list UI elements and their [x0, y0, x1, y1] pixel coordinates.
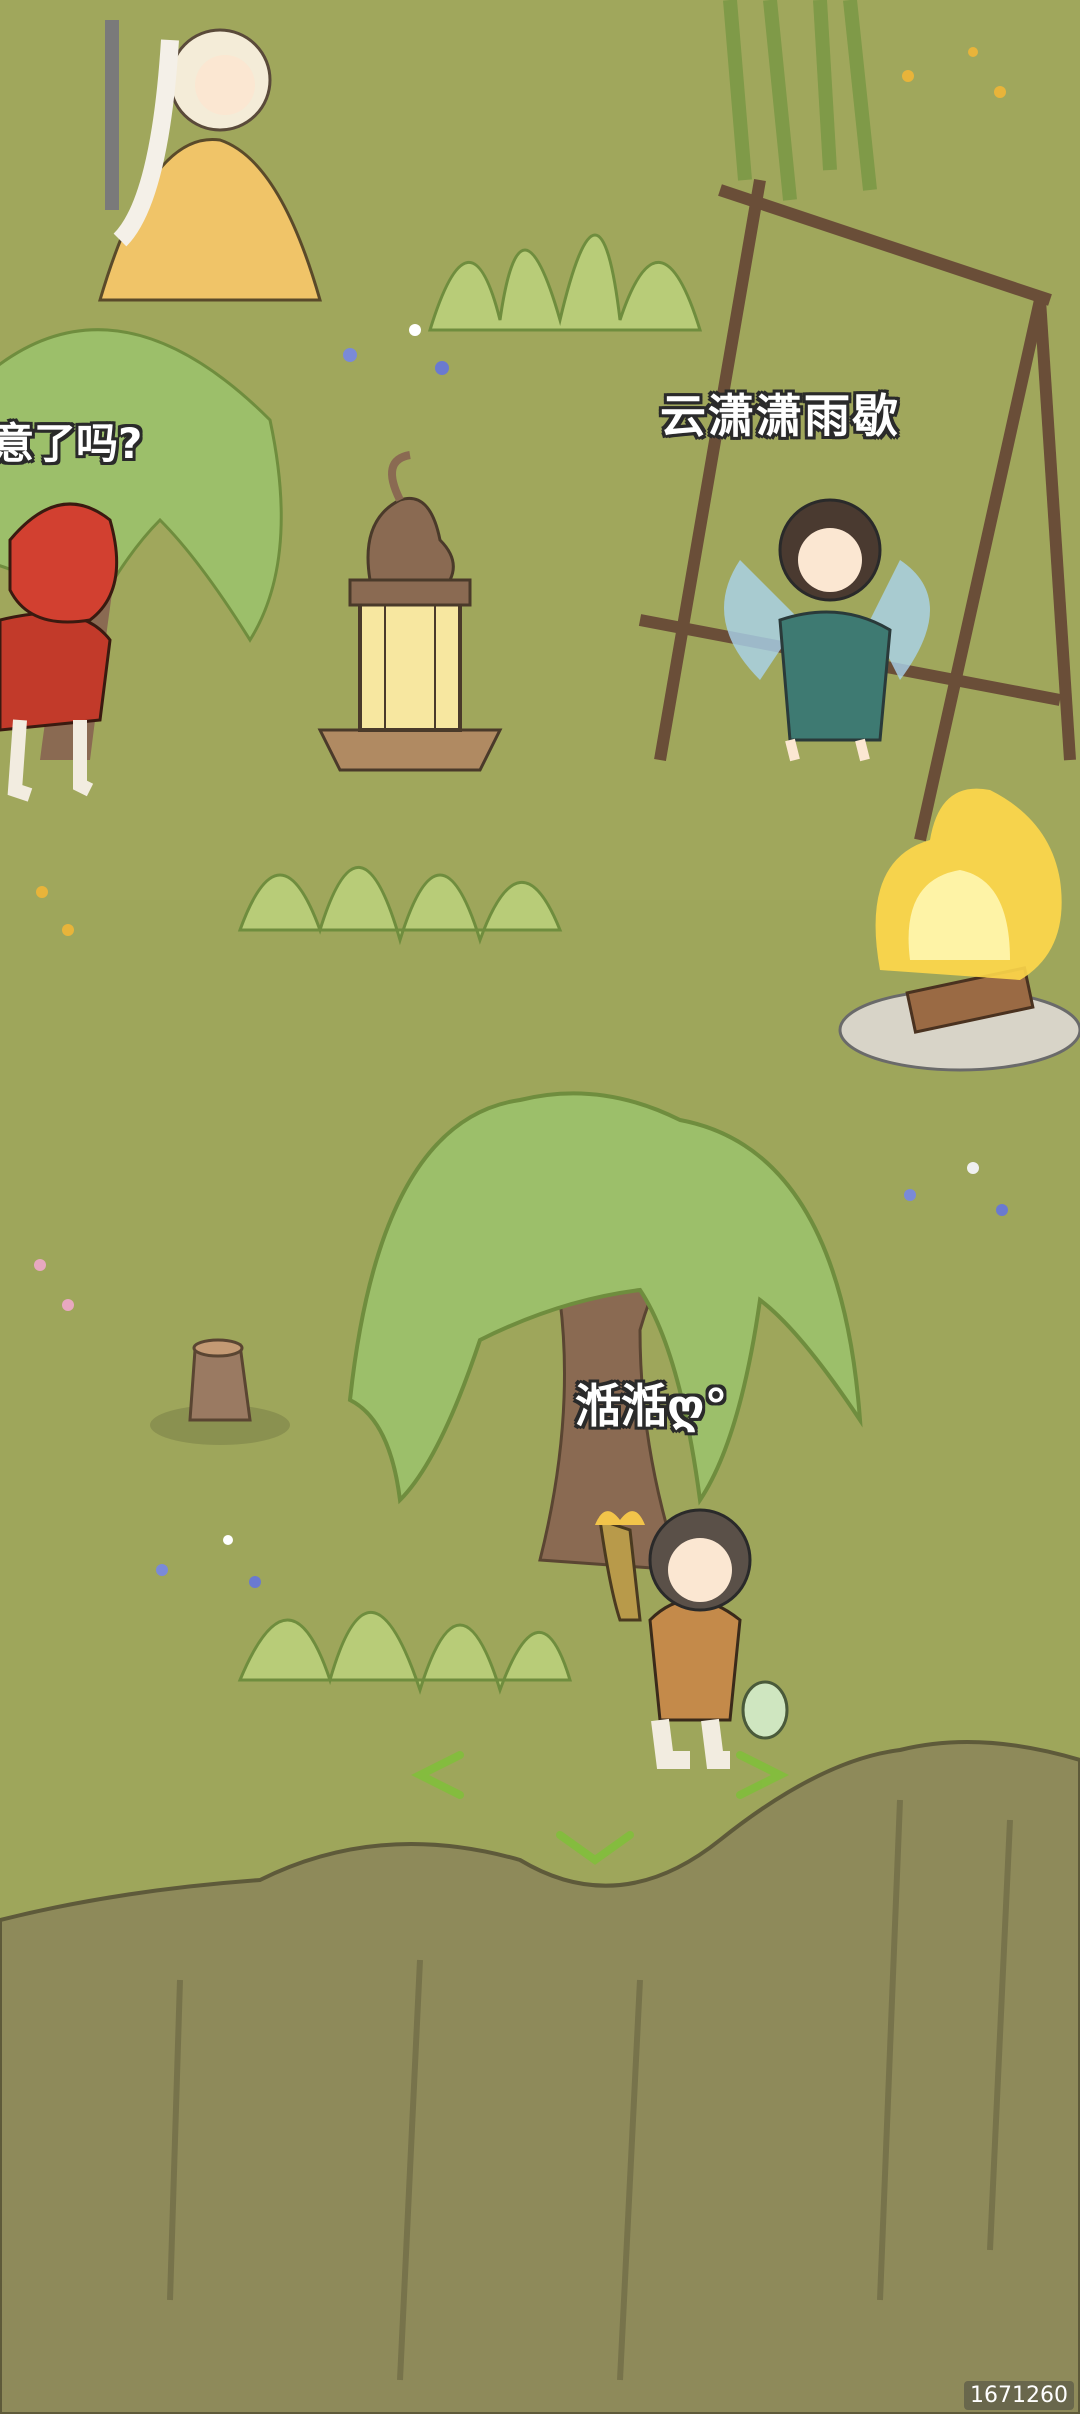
player-nameplate: 湉湉ღ° — [575, 1379, 728, 1433]
game-scene[interactable]: 意了吗? 云潇潇雨歇 湉湉ღ° 1671260 — [0, 0, 1080, 2414]
chat-bubble-text: 意了吗? — [0, 419, 143, 468]
npc-fairy-nameplate: 云潇潇雨歇 — [660, 389, 900, 443]
watermark-id: 1671260 — [964, 2381, 1074, 2410]
scene-artwork — [0, 0, 1080, 2414]
